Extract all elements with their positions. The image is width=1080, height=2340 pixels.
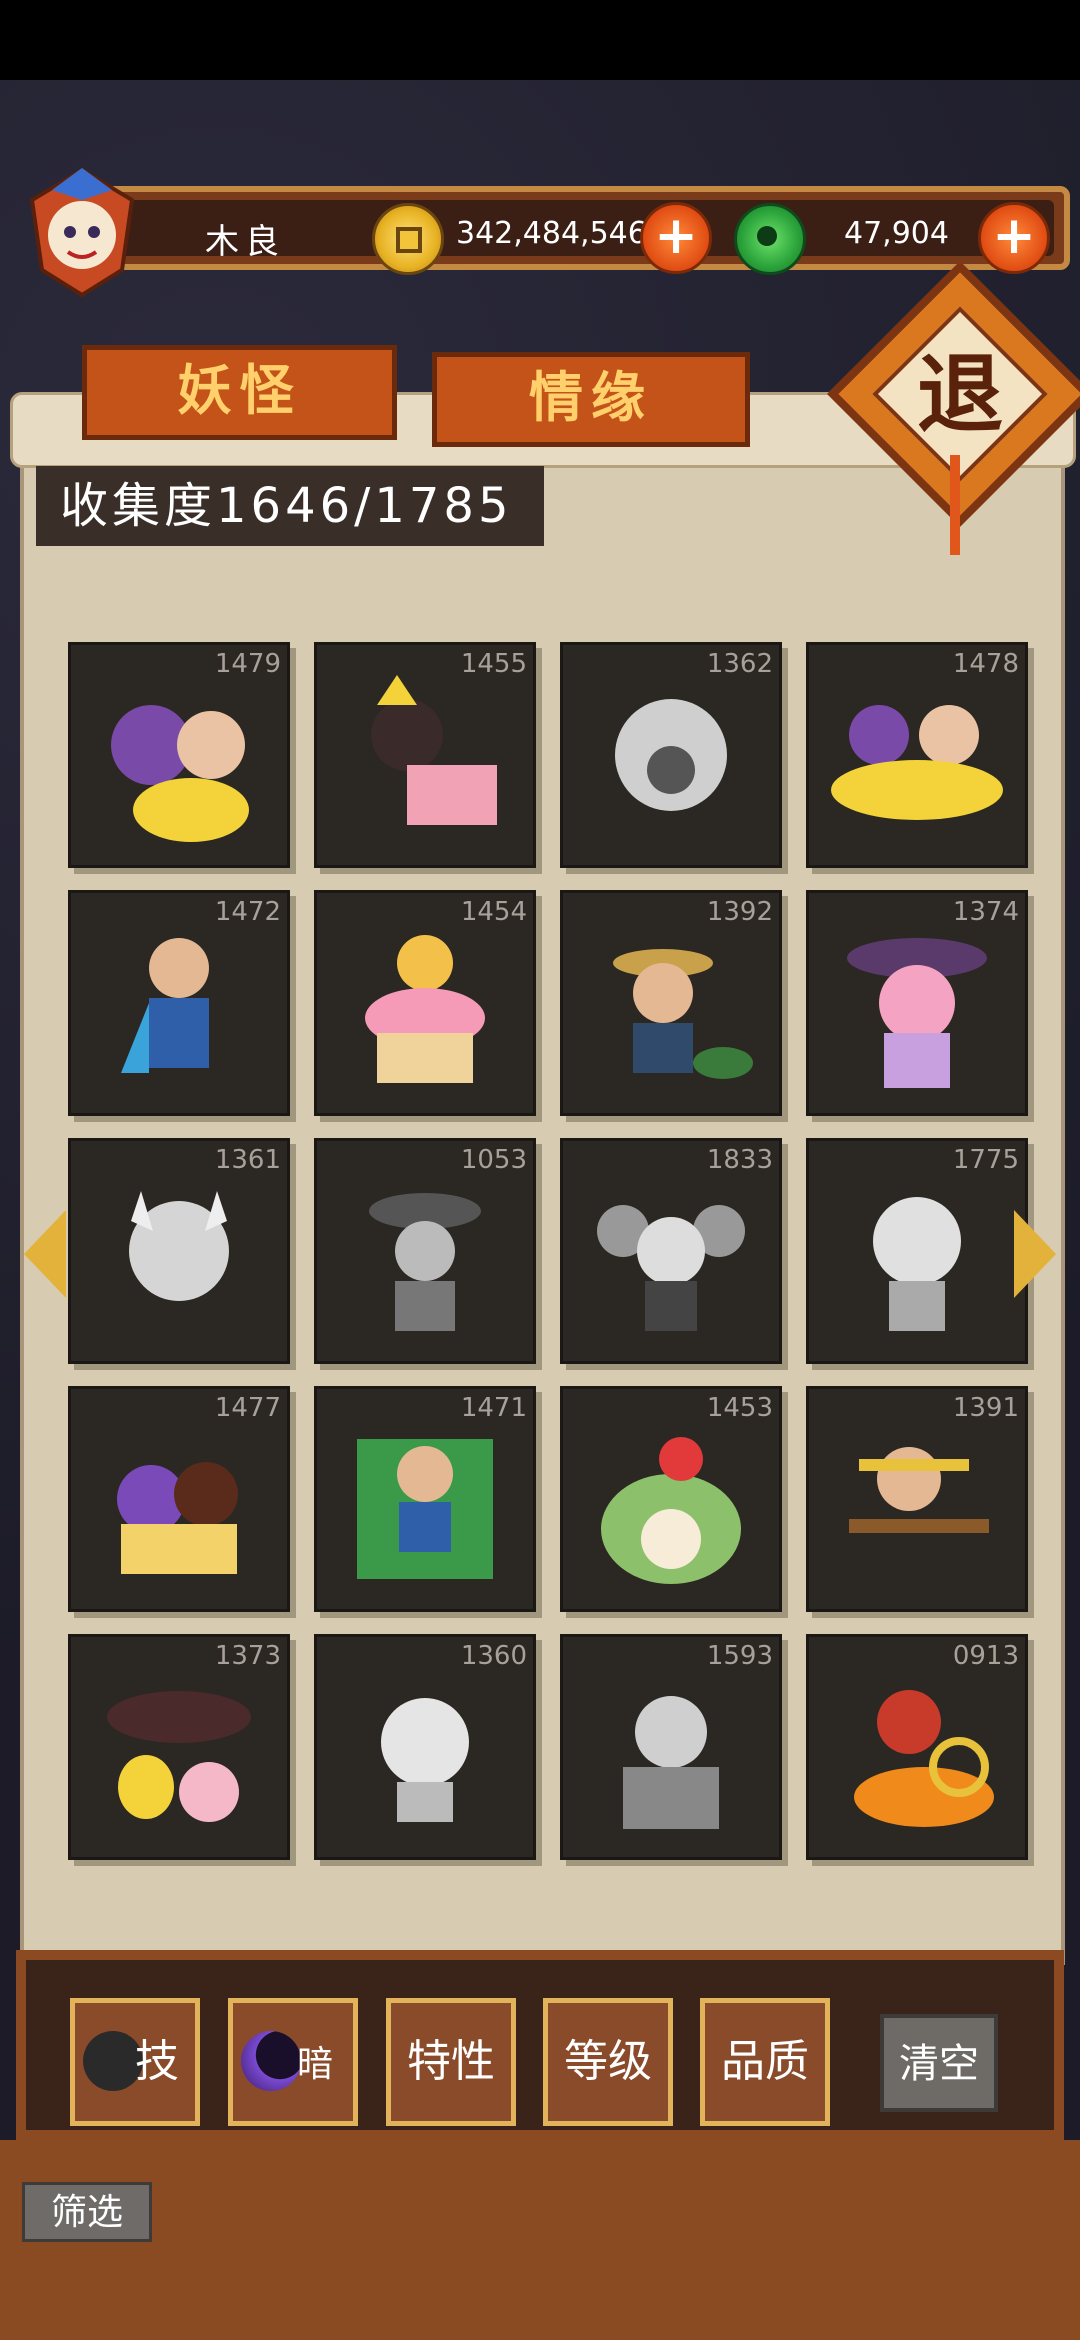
- jade-amount: 47,904: [844, 216, 949, 251]
- add-gold-button[interactable]: +: [640, 202, 712, 274]
- cupcake-character-icon: [365, 935, 485, 1083]
- collection-card[interactable]: 1360: [314, 1634, 536, 1860]
- bottom-wood-panel: [0, 2140, 1080, 2340]
- pirate-duck-character-icon: [111, 705, 249, 842]
- duck-float-character-icon: [831, 705, 1003, 820]
- previous-page-arrow-icon[interactable]: [24, 1210, 66, 1298]
- collection-card[interactable]: 1374: [806, 890, 1028, 1116]
- locked-silhouette-icon: [369, 1193, 481, 1331]
- collection-card[interactable]: 1775: [806, 1138, 1028, 1364]
- tassel-decoration: [950, 455, 960, 555]
- warrior-character-icon: [849, 1447, 989, 1533]
- collection-card[interactable]: 1362: [560, 642, 782, 868]
- gold-coin-icon: [372, 203, 444, 275]
- filter-dark-label: 暗: [296, 2044, 333, 2085]
- collection-card[interactable]: 1454: [314, 890, 536, 1116]
- tab-yokai[interactable]: 妖怪: [82, 345, 397, 440]
- collection-card[interactable]: 1373: [68, 1634, 290, 1860]
- resting-bearded-man-icon: [357, 1439, 493, 1579]
- clear-button[interactable]: 清空: [880, 2014, 998, 2112]
- birthday-cake-character-icon: [371, 675, 497, 825]
- collection-card[interactable]: 1392: [560, 890, 782, 1116]
- collection-progress: 收集度1646/1785: [36, 466, 544, 546]
- locked-silhouette-icon: [597, 1205, 745, 1331]
- gold-amount: 342,484,546: [456, 216, 647, 251]
- collection-card[interactable]: 1477: [68, 1386, 290, 1612]
- filter-skill-button[interactable]: 技: [70, 1998, 200, 2126]
- filter-level-label: 等级: [564, 2036, 652, 2087]
- filter-trait-label: 特性: [407, 2036, 495, 2087]
- locked-silhouette-icon: [381, 1698, 469, 1822]
- jade-coin-icon: [734, 203, 806, 275]
- fire-warrior-character-icon: [854, 1690, 994, 1827]
- locked-silhouette-icon: [615, 699, 727, 811]
- status-area: [0, 0, 1080, 80]
- player-name: 木良: [205, 222, 285, 262]
- exit-label[interactable]: 退: [860, 330, 1060, 460]
- collection-card[interactable]: 1053: [314, 1138, 536, 1364]
- collection-card[interactable]: 1455: [314, 642, 536, 868]
- dark-moon-icon: [241, 2031, 301, 2091]
- collection-card[interactable]: 1593: [560, 1634, 782, 1860]
- strawberry-mochi-icon: [601, 1437, 741, 1584]
- collection-card[interactable]: 1453: [560, 1386, 782, 1612]
- player-avatar-icon[interactable]: [12, 160, 152, 300]
- filter-trait-button[interactable]: 特性: [386, 1998, 516, 2126]
- filter-toggle-button[interactable]: 筛选: [22, 2182, 152, 2242]
- filter-quality-label: 品质: [721, 2036, 809, 2087]
- collection-card[interactable]: 1833: [560, 1138, 782, 1364]
- tab-bond[interactable]: 情缘: [432, 352, 750, 447]
- filter-skill-label: 技: [135, 2036, 179, 2087]
- caped-bearded-hero-icon: [121, 938, 209, 1073]
- collection-card[interactable]: 1478: [806, 642, 1028, 868]
- collection-card[interactable]: 1391: [806, 1386, 1028, 1612]
- locked-silhouette-icon: [623, 1696, 719, 1829]
- collection-card[interactable]: 1361: [68, 1138, 290, 1364]
- filter-dark-button[interactable]: 暗: [228, 1998, 358, 2126]
- collection-card[interactable]: 1471: [314, 1386, 536, 1612]
- locked-silhouette-icon: [129, 1191, 229, 1301]
- next-page-arrow-icon[interactable]: [1014, 1210, 1056, 1298]
- collection-card[interactable]: 0913: [806, 1634, 1028, 1860]
- pink-hair-girl-icon: [847, 938, 987, 1088]
- umbrella-corn-character-icon: [107, 1691, 251, 1822]
- add-jade-button[interactable]: +: [978, 202, 1050, 274]
- collection-card[interactable]: 1479: [68, 642, 290, 868]
- collection-card[interactable]: 1472: [68, 890, 290, 1116]
- farmer-character-icon: [613, 949, 753, 1079]
- ice-cream-character-icon: [117, 1462, 238, 1574]
- filter-quality-button[interactable]: 品质: [700, 1998, 830, 2126]
- skill-icon: [83, 2031, 143, 2091]
- filter-level-button[interactable]: 等级: [543, 1998, 673, 2126]
- locked-silhouette-icon: [873, 1197, 961, 1331]
